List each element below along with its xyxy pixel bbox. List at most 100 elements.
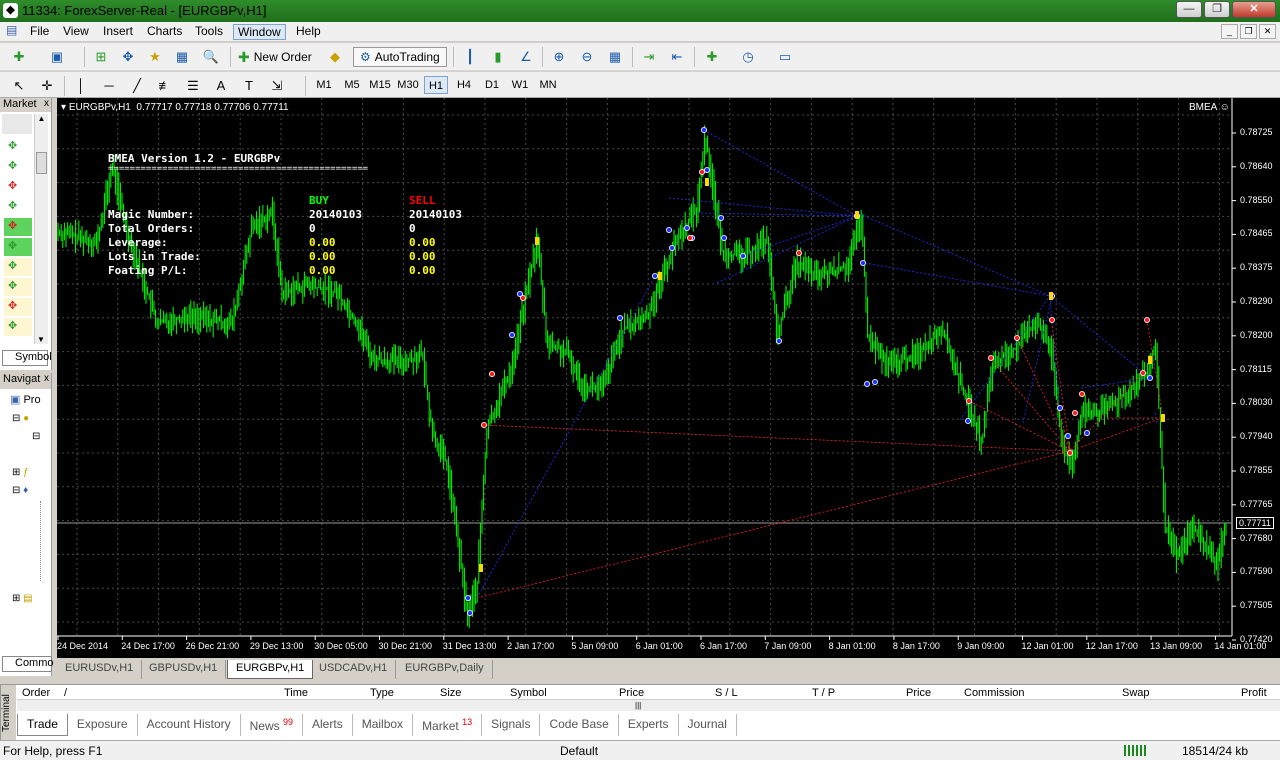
metaeditor-icon[interactable]: ◆ [326,48,344,66]
terminal-tab[interactable]: Account History [138,714,241,736]
tf-mn[interactable]: MN [536,76,560,94]
market-watch-close[interactable]: x [44,98,49,109]
terminal-tab[interactable]: Signals [482,714,541,736]
menu-insert[interactable]: Insert [99,24,137,38]
tf-m15[interactable]: M15 [368,76,392,94]
chart-tab[interactable]: USDCADv,H1 [311,660,397,679]
terminal-tab[interactable]: Experts [619,714,679,736]
zoom-in-icon[interactable]: ⊕ [550,48,568,66]
market-watch-row[interactable]: ✥ [4,318,32,336]
terminal-column-header[interactable]: Price [619,687,644,699]
terminal-column-header[interactable]: Size [440,687,461,699]
market-watch-row[interactable]: ✥ [4,138,32,156]
mdi-minimize-button[interactable]: _ [1221,24,1238,39]
chart-tab[interactable]: EURUSDv,H1 [57,660,143,679]
menu-file[interactable]: File [26,24,53,38]
vertical-line-icon[interactable]: │ [72,77,90,95]
terminal-column-header[interactable]: Time [284,687,308,699]
indicators-node[interactable]: ⊞ ƒ [12,467,29,478]
market-watch-row[interactable]: ✥ [4,258,32,276]
terminal-tab[interactable]: Market 13 [413,714,483,736]
tf-d1[interactable]: D1 [480,76,504,94]
terminal-tab[interactable]: Alerts [303,714,353,736]
trendline-icon[interactable]: ╱ [128,77,146,95]
price-chart[interactable]: ▾ EURGBPv,H1 0.77717 0.77718 0.77706 0.7… [57,98,1280,658]
terminal-icon[interactable]: ▦ [173,48,191,66]
navigator-root[interactable]: ▣ Pro [10,393,41,406]
doc-menu-icon[interactable]: ▤ [2,23,21,37]
maximize-button[interactable]: ❐ [1204,1,1230,18]
tf-h1[interactable]: H1 [424,76,448,94]
market-watch-row[interactable]: ✥ [4,278,32,296]
bar-chart-icon[interactable]: ┃ [461,48,479,66]
cursor-icon[interactable]: ↖ [10,77,28,95]
line-chart-icon[interactable]: ∠ [517,48,535,66]
terminal-column-header[interactable]: Type [370,687,394,699]
market-watch-row[interactable]: ✥ [4,158,32,176]
common-tab[interactable]: Commo [2,656,54,672]
navigator-close[interactable]: x [44,373,49,384]
terminal-column-header[interactable]: Commission [964,687,1025,699]
terminal-column-header[interactable]: S / L [715,687,738,699]
chart-shift-icon[interactable]: ⇤ [668,48,686,66]
tf-m30[interactable]: M30 [396,76,420,94]
minimize-button[interactable]: — [1176,1,1202,18]
terminal-column-header[interactable]: / [64,687,67,699]
fibonacci-icon[interactable]: ☰ [184,77,202,95]
terminal-column-header[interactable]: Order [22,687,50,699]
tile-windows-icon[interactable]: ▦ [606,48,624,66]
periods-icon[interactable]: ◷ [739,48,757,66]
menu-charts[interactable]: Charts [143,24,186,38]
mdi-close-button[interactable]: ✕ [1259,24,1276,39]
chart-tab[interactable]: GBPUSDv,H1 [141,660,227,679]
market-watch-row[interactable]: ✥ [4,198,32,216]
accounts-node[interactable]: ⊟ ● [12,413,29,424]
terminal-column-header[interactable]: Profit [1241,687,1267,699]
autotrading-button[interactable]: ⚙ AutoTrading [353,47,447,67]
terminal-tab[interactable]: Journal [679,714,737,736]
market-watch-row[interactable]: ✥ [4,218,32,236]
mdi-restore-button[interactable]: ❐ [1240,24,1257,39]
menu-window[interactable]: Window [233,24,286,40]
market-watch-row[interactable]: ✥ [4,298,32,316]
channel-icon[interactable]: ≢ [156,77,174,95]
tf-h4[interactable]: H4 [452,76,476,94]
menu-help[interactable]: Help [292,24,325,38]
market-watch-row[interactable]: ✥ [4,238,32,256]
terminal-tab[interactable]: Trade [17,714,68,736]
menu-view[interactable]: View [59,24,93,38]
data-window-icon[interactable]: ✥ [119,48,137,66]
tf-m5[interactable]: M5 [340,76,364,94]
terminal-tab[interactable]: News 99 [241,714,304,736]
horizontal-line-icon[interactable]: ─ [100,77,118,95]
terminal-scrollbar[interactable]: ||| [17,699,1280,711]
arrows-icon[interactable]: ⇲ [268,77,286,95]
terminal-column-header[interactable]: T / P [812,687,835,699]
terminal-tab[interactable]: Code Base [540,714,619,736]
close-button[interactable]: ✕ [1232,1,1276,18]
tester-icon[interactable]: 🔍 [202,48,220,66]
symbol-tab[interactable]: Symbol [2,350,52,366]
menu-tools[interactable]: Tools [191,24,227,38]
terminal-tab[interactable]: Mailbox [353,714,414,736]
market-watch-row[interactable]: ✥ [4,178,32,196]
chart-tab[interactable]: EURGBPv,Daily [397,660,493,679]
terminal-column-header[interactable]: Price [906,687,931,699]
chart-tab[interactable]: EURGBPv,H1 [227,660,314,679]
terminal-tab[interactable]: Exposure [68,714,138,736]
zoom-out-icon[interactable]: ⊖ [578,48,596,66]
terminal-column-header[interactable]: Swap [1122,687,1150,699]
experts-node[interactable]: ⊟ ♦ [12,485,28,496]
tf-w1[interactable]: W1 [508,76,532,94]
templates-icon[interactable]: ▭ [776,48,794,66]
autoscroll-icon[interactable]: ⇥ [640,48,658,66]
account-node[interactable]: ⊟ [32,431,40,442]
text-icon[interactable]: A [212,77,230,95]
terminal-column-header[interactable]: Symbol [510,687,547,699]
scripts-node[interactable]: ⊞ ▤ [12,593,33,604]
new-order-button[interactable]: ✚ New Order [238,47,312,67]
tf-m1[interactable]: M1 [312,76,336,94]
new-chart-icon[interactable]: ✚ [10,48,28,66]
market-watch-icon[interactable]: ⊞ [92,48,110,66]
crosshair-icon[interactable]: ✛ [38,77,56,95]
